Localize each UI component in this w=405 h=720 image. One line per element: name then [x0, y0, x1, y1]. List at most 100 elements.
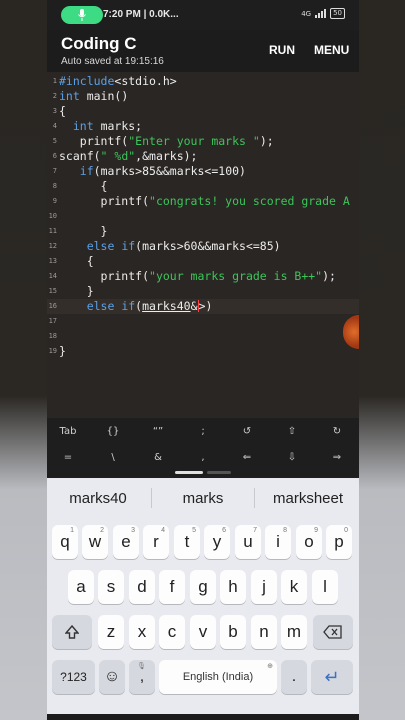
key-y[interactable]: y6: [204, 525, 230, 559]
key-i[interactable]: i8: [265, 525, 291, 559]
key-l[interactable]: l: [312, 570, 338, 604]
key-label: p: [334, 532, 344, 551]
shift-icon: [65, 625, 79, 639]
space-bar[interactable]: English (India) ⊕: [159, 660, 277, 694]
key-label: ,: [139, 668, 145, 685]
key-hint: 5: [192, 527, 196, 534]
key-label: g: [198, 577, 208, 596]
line-number: 8: [52, 182, 57, 190]
arrow-left-icon[interactable]: ⇐: [234, 452, 260, 463]
key-z[interactable]: z: [98, 615, 124, 649]
tab-key[interactable]: Tab: [55, 426, 81, 437]
key-label: q: [60, 532, 70, 551]
code-text: printf("your marks grade is B++");: [59, 269, 336, 283]
undo-icon[interactable]: ↺: [234, 426, 260, 437]
key-g[interactable]: g: [190, 570, 216, 604]
suggestion-item[interactable]: marksheet: [259, 490, 357, 507]
code-editor[interactable]: 1 #include<stdio.h> 2 int main() 3{ 4 int …: [47, 72, 359, 418]
suggestion-item[interactable]: marks: [162, 490, 244, 507]
key-label: b: [228, 622, 238, 641]
key-o[interactable]: o9: [296, 525, 322, 559]
suggestion-item[interactable]: marks40: [57, 490, 139, 507]
key-f[interactable]: f: [159, 570, 185, 604]
key-n[interactable]: n: [251, 615, 277, 649]
key-d[interactable]: d: [129, 570, 155, 604]
key-p[interactable]: p0: [326, 525, 352, 559]
line-number: 14: [48, 272, 57, 280]
key-label: j: [262, 577, 266, 596]
shift-key[interactable]: [52, 615, 92, 649]
status-time-carrier: 7:20 PM | 0.0K...: [103, 9, 179, 20]
code-line: 17: [47, 314, 359, 329]
key-m[interactable]: m: [281, 615, 307, 649]
key-a[interactable]: a: [68, 570, 94, 604]
code-line: 8 {: [47, 179, 359, 194]
backspace-icon: [323, 625, 342, 639]
key-label: f: [169, 577, 175, 596]
backslash-key[interactable]: \: [100, 452, 126, 463]
code-line: 3{: [47, 104, 359, 119]
key-e[interactable]: e3: [113, 525, 139, 559]
code-line: 15 }: [47, 284, 359, 299]
key-t[interactable]: t5: [174, 525, 200, 559]
key-label: r: [153, 532, 159, 551]
quotes-key[interactable]: “”: [145, 426, 171, 437]
key-r[interactable]: r4: [143, 525, 169, 559]
key-v[interactable]: v: [190, 615, 216, 649]
menu-button[interactable]: MENU: [314, 43, 349, 57]
line-number: 12: [48, 242, 57, 250]
ampersand-key[interactable]: &: [145, 452, 171, 463]
code-line: 5 printf("Enter your marks ");: [47, 134, 359, 149]
arrow-right-icon[interactable]: ⇒: [324, 452, 350, 463]
redo-icon[interactable]: ↻: [324, 426, 350, 437]
key-k[interactable]: k: [281, 570, 307, 604]
key-c[interactable]: c: [159, 615, 185, 649]
comma-voice-key[interactable]: , 🎙: [129, 660, 155, 694]
divider: [151, 488, 152, 508]
semicolon-key[interactable]: ;: [190, 426, 216, 437]
arrow-up-icon[interactable]: ⇧: [279, 426, 305, 437]
emoji-icon[interactable]: ☺: [99, 660, 125, 694]
arrow-down-icon[interactable]: ⇩: [279, 452, 305, 463]
period-key[interactable]: .: [281, 660, 307, 694]
key-q[interactable]: q1: [52, 525, 78, 559]
line-number: 6: [52, 152, 57, 160]
enter-key[interactable]: ↵: [311, 660, 353, 694]
code-line: 7 if(marks>85&&marks<=100): [47, 164, 359, 179]
phone-screen: 7:20 PM | 0.0K... 4G 50 Coding C Auto sa…: [47, 0, 359, 720]
code-line: 12 else if(marks>60&&marks<=85): [47, 239, 359, 254]
key-hint: 0: [344, 527, 348, 534]
symbols-key[interactable]: ?123: [52, 660, 95, 694]
key-w[interactable]: w2: [82, 525, 108, 559]
key-label: k: [289, 577, 299, 596]
text-cursor: [197, 300, 199, 312]
page-indicator: [207, 471, 231, 474]
line-number: 16: [48, 302, 57, 310]
app-bar: Coding C Auto saved at 19:15:16 RUN MENU: [47, 30, 359, 72]
key-b[interactable]: b: [220, 615, 246, 649]
key-u[interactable]: u7: [235, 525, 261, 559]
key-x[interactable]: x: [129, 615, 155, 649]
key-s[interactable]: s: [98, 570, 124, 604]
key-label: .: [291, 668, 297, 685]
code-line: 11 }: [47, 224, 359, 239]
braces-key[interactable]: {}: [100, 426, 126, 437]
code-line: 10: [47, 209, 359, 224]
mic-indicator[interactable]: [61, 6, 103, 24]
comma-key[interactable]: ,: [190, 452, 216, 463]
key-label: u: [243, 532, 253, 551]
signal-icon: [315, 9, 327, 18]
line-number: 17: [48, 317, 57, 325]
key-j[interactable]: j: [251, 570, 277, 604]
key-label: h: [228, 577, 238, 596]
code-text: int main(): [59, 89, 129, 103]
key-label: x: [137, 622, 147, 641]
key-h[interactable]: h: [220, 570, 246, 604]
autosave-status: Auto saved at 19:15:16: [61, 56, 164, 67]
key-label: v: [198, 622, 208, 641]
code-text: #include<stdio.h>: [59, 74, 177, 88]
equals-key[interactable]: =: [55, 452, 81, 463]
run-button[interactable]: RUN: [269, 43, 295, 57]
backspace-key[interactable]: [313, 615, 353, 649]
battery-icon: 50: [330, 8, 345, 19]
